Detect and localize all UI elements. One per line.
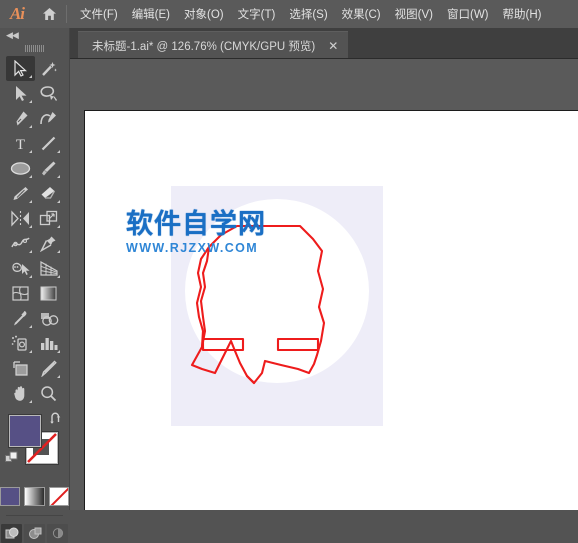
scale-tool[interactable] — [35, 206, 64, 231]
tool-expand-corner-icon — [57, 350, 60, 353]
zoom-tool[interactable] — [35, 381, 64, 406]
screen-mode-row — [0, 522, 69, 543]
blend-tool[interactable] — [35, 306, 64, 331]
tools-panel: ◀◀ T — [0, 28, 70, 543]
panel-drag-handle[interactable] — [0, 42, 69, 54]
direct-selection-tool[interactable] — [6, 81, 35, 106]
tool-expand-corner-icon — [57, 250, 60, 253]
width-tool[interactable] — [6, 231, 35, 256]
illustrator-window: Ai 文件(F) 编辑(E) 对象(O) 文字(T) 选择(S) 效果(C) 视… — [0, 0, 578, 543]
paint-mode-row — [0, 487, 69, 506]
type-tool[interactable]: T — [6, 131, 35, 156]
menu-select[interactable]: 选择(S) — [282, 0, 334, 28]
tool-expand-corner-icon — [57, 275, 60, 278]
selection-tool[interactable] — [6, 56, 35, 81]
hand-tool[interactable] — [6, 381, 35, 406]
tool-expand-corner-icon — [28, 125, 32, 128]
paint-mode-none[interactable] — [48, 487, 69, 506]
menu-effect[interactable]: 效果(C) — [335, 0, 388, 28]
eraser-tool[interactable] — [35, 181, 64, 206]
line-segment-tool[interactable] — [35, 131, 64, 156]
tool-expand-corner-icon — [57, 225, 60, 228]
tool-expand-corner-icon — [57, 200, 60, 203]
artboard-canvas[interactable]: 软件自学网 WWW.RJZXW.COM — [84, 110, 578, 510]
tool-expand-corner-icon — [28, 325, 32, 328]
pen-tool[interactable] — [6, 106, 35, 131]
menu-type[interactable]: 文字(T) — [231, 0, 283, 28]
paint-mode-color[interactable] — [0, 487, 21, 506]
fill-swatch[interactable] — [9, 415, 41, 447]
vest-outline-artwork[interactable] — [85, 111, 578, 510]
slice-tool[interactable] — [35, 356, 64, 381]
gradient-tool[interactable] — [35, 281, 64, 306]
menu-window[interactable]: 窗口(W) — [440, 0, 496, 28]
screen-mode-fullmenu[interactable] — [24, 524, 45, 543]
tool-expand-corner-icon — [28, 150, 32, 153]
tool-expand-corner-icon — [28, 400, 32, 403]
menu-edit[interactable]: 编辑(E) — [125, 0, 177, 28]
lasso-tool[interactable] — [35, 81, 64, 106]
menu-view[interactable]: 视图(V) — [388, 0, 440, 28]
symbol-sprayer-tool[interactable] — [6, 331, 35, 356]
rotate-tool[interactable] — [6, 206, 35, 231]
magic-wand-tool[interactable] — [35, 56, 64, 81]
tool-expand-corner-icon — [28, 200, 32, 203]
tools-panel-divider — [6, 515, 63, 516]
paintbrush-tool[interactable] — [35, 156, 64, 181]
tool-expand-corner-icon — [28, 275, 32, 278]
paint-mode-gradient[interactable] — [24, 487, 45, 506]
document-area: 软件自学网 WWW.RJZXW.COM — [69, 59, 578, 510]
screen-mode-full[interactable] — [47, 524, 68, 543]
tool-expand-corner-icon — [57, 150, 60, 153]
tool-expand-corner-icon — [28, 75, 32, 78]
column-graph-tool[interactable] — [35, 331, 64, 356]
menu-file[interactable]: 文件(F) — [73, 0, 125, 28]
menu-divider — [66, 5, 67, 23]
screen-mode-normal[interactable] — [1, 524, 22, 543]
default-fill-stroke-icon[interactable] — [5, 451, 19, 470]
document-tab-strip: 未标题-1.ai* @ 126.76% (CMYK/GPU 预览) ✕ — [69, 28, 578, 60]
eyedropper-tool[interactable] — [6, 306, 35, 331]
tools-panel-header: ◀◀ — [0, 28, 69, 42]
curvature-tool[interactable] — [35, 106, 64, 131]
swap-fill-stroke-icon[interactable] — [50, 412, 64, 430]
free-transform-tool[interactable] — [35, 231, 64, 256]
close-icon[interactable]: ✕ — [328, 40, 338, 52]
ellipse-tool[interactable] — [6, 156, 35, 181]
menu-bar: Ai 文件(F) 编辑(E) 对象(O) 文字(T) 选择(S) 效果(C) 视… — [0, 0, 578, 28]
tool-expand-corner-icon — [28, 225, 32, 228]
perspective-grid-tool[interactable] — [35, 256, 64, 281]
shape-builder-tool[interactable] — [6, 256, 35, 281]
app-logo: Ai — [9, 4, 25, 23]
tool-expand-corner-icon — [57, 375, 60, 378]
menu-object[interactable]: 对象(O) — [177, 0, 231, 28]
mesh-tool[interactable] — [6, 281, 35, 306]
home-icon[interactable] — [34, 0, 64, 28]
tool-expand-corner-icon — [28, 350, 32, 353]
artboard-tool[interactable] — [6, 356, 35, 381]
document-tab[interactable]: 未标题-1.ai* @ 126.76% (CMYK/GPU 预览) ✕ — [78, 31, 349, 60]
pencil-tool[interactable] — [6, 181, 35, 206]
document-tab-label: 未标题-1.ai* @ 126.76% (CMYK/GPU 预览) — [92, 41, 316, 53]
tool-expand-corner-icon — [28, 175, 32, 178]
tool-expand-corner-icon — [28, 100, 32, 103]
tool-expand-corner-icon — [28, 250, 32, 253]
menu-help[interactable]: 帮助(H) — [496, 0, 549, 28]
collapse-panel-icon[interactable]: ◀◀ — [6, 30, 19, 41]
fill-stroke-controls — [0, 409, 69, 487]
tool-grid: T — [0, 54, 69, 406]
svg-text:T: T — [16, 137, 25, 152]
tool-expand-corner-icon — [57, 175, 60, 178]
